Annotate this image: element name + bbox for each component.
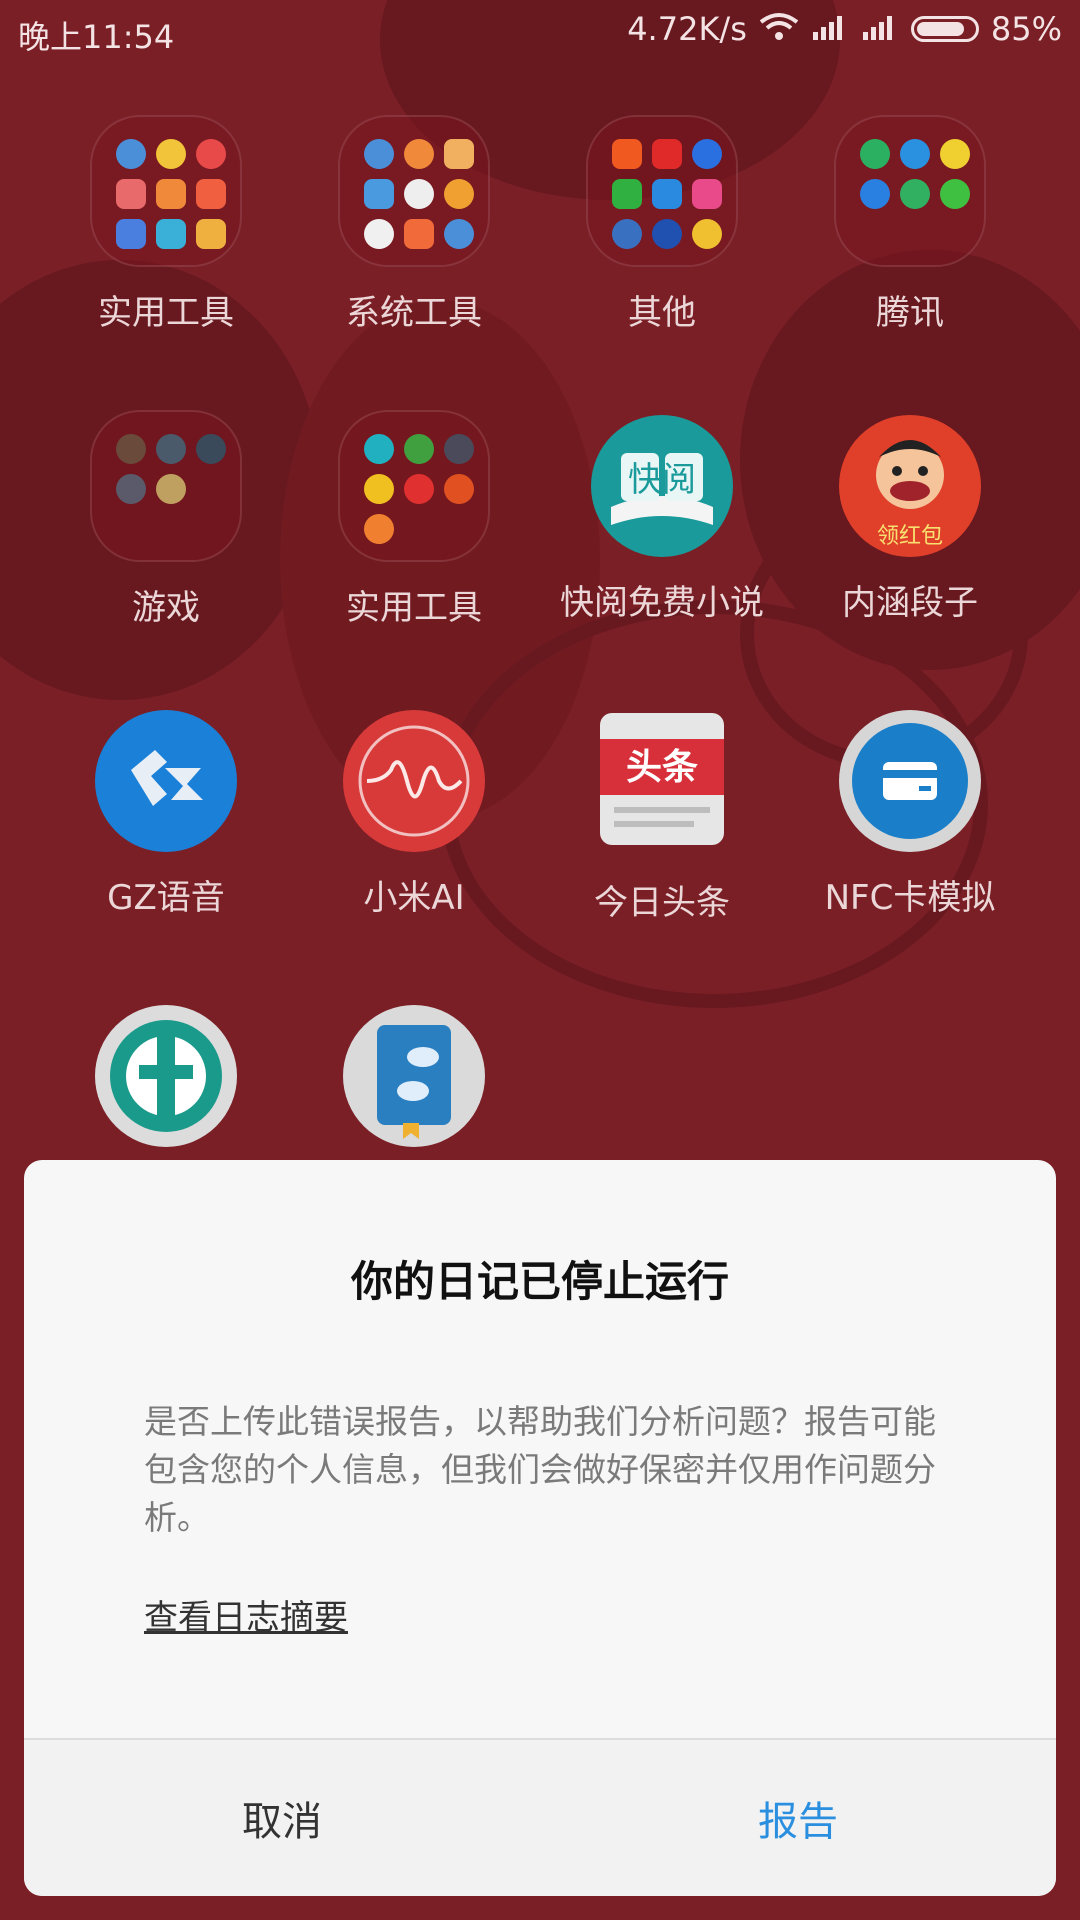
battery-fill	[916, 22, 965, 36]
cartoon-face-icon: 领红包	[839, 415, 981, 557]
view-log-summary-link[interactable]: 查看日志摘要	[144, 1590, 348, 1639]
app-xiaomi-ai[interactable]: 小米AI	[290, 705, 538, 919]
status-time: 晚上11:54	[18, 18, 175, 56]
folder-tencent[interactable]: 腾讯	[786, 115, 1034, 334]
folder-icon	[586, 115, 738, 267]
kuaiyue-icon-text: 快阅	[628, 460, 696, 500]
folder-system-tools[interactable]: 系统工具	[290, 115, 538, 334]
app-label: 小米AI	[363, 878, 465, 918]
app-crash-dialog: 你的日记已停止运行 是否上传此错误报告，以帮助我们分析问题？报告可能包含您的个人…	[24, 1160, 1056, 1896]
wifi-icon	[759, 10, 799, 48]
app-bank[interactable]	[42, 1000, 290, 1165]
folder-others[interactable]: 其他	[538, 115, 786, 334]
book-icon: 快阅	[591, 415, 733, 557]
bank-logo-icon	[95, 1005, 237, 1147]
cancel-button[interactable]: 取消	[24, 1740, 540, 1896]
status-right: 4.72K/s 85%	[627, 10, 1062, 48]
app-label: 游戏	[132, 588, 200, 628]
folder-utility-tools-2[interactable]: 实用工具	[290, 410, 538, 629]
neihan-icon-text: 领红包	[877, 524, 943, 549]
folder-games[interactable]: 游戏	[42, 410, 290, 629]
card-icon	[839, 710, 981, 852]
dialog-message: 是否上传此错误报告，以帮助我们分析问题？报告可能包含您的个人信息，但我们会做好保…	[144, 1402, 936, 1537]
app-label: 实用工具	[98, 293, 234, 333]
app-label: 系统工具	[346, 293, 482, 333]
gz-logo-icon	[95, 710, 237, 852]
app-label: 内涵段子	[842, 583, 978, 623]
folder-icon	[834, 115, 986, 267]
waveform-icon	[343, 710, 485, 852]
folder-icon	[338, 410, 490, 562]
newspaper-icon: 头条	[586, 705, 738, 857]
app-gz-voice[interactable]: GZ语音	[42, 705, 290, 919]
battery-percent: 85%	[990, 10, 1062, 48]
app-toutiao[interactable]: 头条 今日头条	[538, 705, 786, 924]
app-label: GZ语音	[107, 878, 225, 918]
battery-icon	[910, 16, 979, 42]
folder-icon	[338, 115, 490, 267]
app-label: 腾讯	[876, 293, 944, 333]
folder-icon	[90, 410, 242, 562]
folder-utility-tools[interactable]: 实用工具	[42, 115, 290, 334]
signal-icon-1	[811, 10, 849, 48]
diary-book-icon	[343, 1005, 485, 1147]
app-diary[interactable]	[290, 1000, 538, 1165]
app-kuaiyue-novel[interactable]: 快阅 快阅免费小说	[538, 410, 786, 624]
dialog-title: 你的日记已停止运行	[350, 1257, 729, 1306]
app-label: 今日头条	[594, 883, 730, 923]
app-nfc-card[interactable]: NFC卡模拟	[786, 705, 1034, 919]
report-button[interactable]: 报告	[540, 1740, 1056, 1896]
folder-icon	[90, 115, 242, 267]
app-neihan-duanzi[interactable]: 领红包 内涵段子	[786, 410, 1034, 624]
app-label: 实用工具	[346, 588, 482, 628]
network-speed: 4.72K/s	[627, 10, 747, 48]
signal-icon-2	[861, 10, 899, 48]
toutiao-icon-text: 头条	[626, 747, 698, 788]
app-label: 其他	[628, 293, 696, 333]
app-label: NFC卡模拟	[824, 878, 996, 918]
app-label: 快阅免费小说	[560, 583, 764, 623]
status-bar: 晚上11:54 4.72K/s 85%	[0, 0, 1080, 62]
